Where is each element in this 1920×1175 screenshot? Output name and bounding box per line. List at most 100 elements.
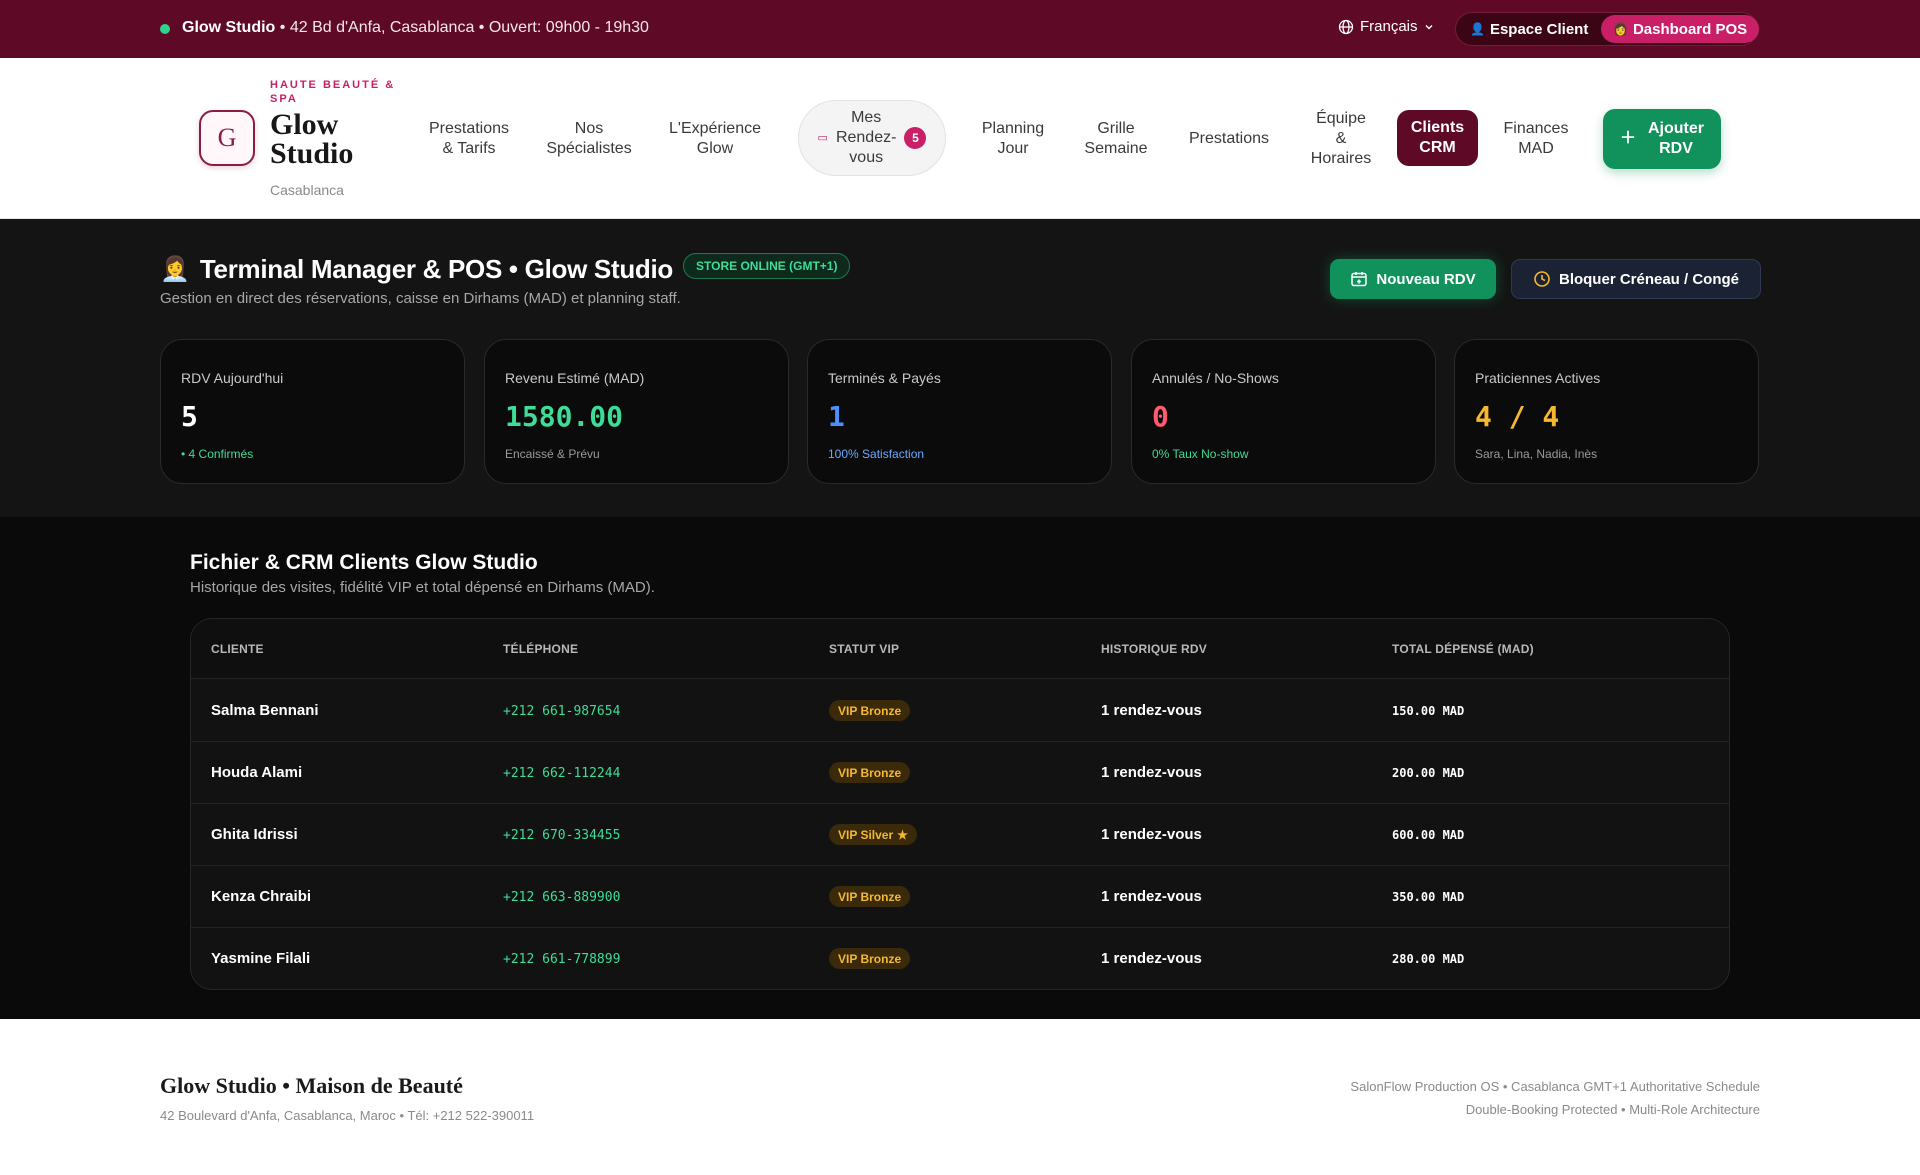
role-switcher: 👤 Espace Client 👩 Dashboard POS xyxy=(1455,12,1760,46)
clock-icon xyxy=(1534,271,1550,287)
kpi-completed-card[interactable]: Terminés & Payés 1 100% Satisfaction xyxy=(807,339,1112,484)
calendar-plus-icon xyxy=(1351,272,1368,287)
nav-prestations-tarifs[interactable]: Prestations & Tarifs xyxy=(422,58,516,219)
kpi-value: 0 xyxy=(1152,400,1169,433)
language-selector[interactable]: Français xyxy=(1338,18,1434,35)
client-phone[interactable]: +212 661-987654 xyxy=(503,704,620,719)
nav-label: vous xyxy=(849,149,884,166)
kpi-footnote: Encaissé & Prévu xyxy=(505,447,600,461)
plus-icon: ＋ xyxy=(1619,130,1636,147)
nav-label: Rendez- xyxy=(835,129,897,146)
column-header-total[interactable]: TOTAL DÉPENSÉ (MAD) xyxy=(1392,642,1534,656)
nav-equipe-horaires[interactable]: Équipe & Horaires xyxy=(1302,58,1380,219)
visit-history: 1 rendez-vous xyxy=(1101,888,1202,905)
client-phone[interactable]: +212 662-112244 xyxy=(503,766,620,781)
nav-label: Prestations xyxy=(1188,129,1270,147)
nav-label: & Tarifs xyxy=(442,139,496,157)
store-name: Glow Studio xyxy=(182,19,276,36)
client-name[interactable]: Ghita Idrissi xyxy=(211,826,298,843)
new-rdv-button[interactable]: Nouveau RDV xyxy=(1330,259,1496,299)
dashboard-subtitle: Gestion en direct des réservations, cais… xyxy=(160,290,681,307)
total-spent: 280.00 MAD xyxy=(1392,952,1465,966)
globe-icon xyxy=(1338,19,1354,34)
brand-tagline: HAUTE BEAUTÉ & SPA xyxy=(270,79,396,105)
table-row[interactable]: Salma Bennani +212 661-987654 VIP Bronze 1 … xyxy=(191,680,1729,742)
button-label: Nouveau RDV xyxy=(1376,270,1476,288)
nav-grille-semaine[interactable]: Grille Semaine xyxy=(1078,58,1154,219)
nav-label: & xyxy=(1335,129,1347,147)
nav-prestations[interactable]: Prestations xyxy=(1178,58,1280,219)
brand-city: Casablanca xyxy=(270,182,344,198)
manager-dashboard: 👩‍💼 Terminal Manager & POS • Glow Studio… xyxy=(0,219,1920,517)
visit-history: 1 rendez-vous xyxy=(1101,826,1202,843)
nav-label: Finances xyxy=(1503,119,1569,137)
kpi-footnote: 0% Taux No-show xyxy=(1152,447,1249,461)
nav-specialistes[interactable]: Nos Spécialistes xyxy=(540,58,638,219)
role-pos-button[interactable]: 👩 Dashboard POS xyxy=(1601,15,1760,43)
column-header-telephone[interactable]: TÉLÉPHONE xyxy=(503,642,578,656)
add-rdv-button[interactable]: ＋ Ajouter RDV xyxy=(1603,109,1721,169)
block-slot-button[interactable]: Bloquer Créneau / Congé xyxy=(1511,259,1761,299)
button-label: Bloquer Créneau / Congé xyxy=(1558,270,1740,288)
client-name[interactable]: Kenza Chraibi xyxy=(211,888,311,905)
footer: Glow Studio • Maison de Beauté 42 Boulev… xyxy=(0,1019,1920,1175)
client-name[interactable]: Yasmine Filali xyxy=(211,950,310,967)
kpi-value: 4 / 4 xyxy=(1475,400,1560,433)
crm-subtitle: Historique des visites, fidélité VIP et … xyxy=(190,579,655,596)
nav-label: Mes xyxy=(851,109,882,126)
kpi-rdv-today-card[interactable]: RDV Aujourd'hui 5 • 4 Confirmés xyxy=(160,339,465,484)
client-phone[interactable]: +212 663-889900 xyxy=(503,890,620,905)
client-name[interactable]: Salma Bennani xyxy=(211,702,319,719)
total-spent: 200.00 MAD xyxy=(1392,766,1465,780)
nav-label: CRM xyxy=(1419,139,1456,156)
column-header-historique[interactable]: HISTORIQUE RDV xyxy=(1101,642,1207,656)
role-pos-label: Dashboard POS xyxy=(1632,20,1748,38)
dashboard-title: 👩‍💼 Terminal Manager & POS • Glow Studio xyxy=(160,254,673,285)
kpi-revenue-card[interactable]: Revenu Estimé (MAD) 1580.00 Encaissé & Pré… xyxy=(484,339,789,484)
table-row[interactable]: Kenza Chraibi +212 663-889900 VIP Bronze 1 … xyxy=(191,866,1729,928)
column-header-cliente[interactable]: CLIENTE xyxy=(211,642,264,656)
clients-table: CLIENTE TÉLÉPHONE STATUT VIP HISTORIQUE … xyxy=(190,618,1730,990)
client-name[interactable]: Houda Alami xyxy=(211,764,302,781)
logo-initial: G xyxy=(217,123,237,152)
visit-history: 1 rendez-vous xyxy=(1101,702,1202,719)
column-header-vip[interactable]: STATUT VIP xyxy=(829,642,899,656)
vip-status-badge: VIP Bronze xyxy=(829,762,911,783)
logo-mark[interactable]: G xyxy=(199,110,255,166)
crm-section: Fichier & CRM Clients Glow Studio Histor… xyxy=(0,517,1920,1019)
vip-status-badge: VIP Bronze xyxy=(829,886,911,907)
table-header: CLIENTE TÉLÉPHONE STATUT VIP HISTORIQUE … xyxy=(191,619,1729,679)
kpi-label: Terminés & Payés xyxy=(828,370,941,386)
nav-label: Semaine xyxy=(1084,139,1148,157)
nav-planning-jour[interactable]: Planning Jour xyxy=(970,58,1056,219)
nav-label: MAD xyxy=(1518,139,1554,157)
nav-experience[interactable]: L'Expérience Glow xyxy=(662,58,768,219)
role-client-label: Espace Client xyxy=(1489,20,1589,38)
vip-status-badge: VIP Bronze xyxy=(829,700,911,721)
table-row[interactable]: Houda Alami +212 662-112244 VIP Bronze 1 re… xyxy=(191,742,1729,804)
button-label: RDV xyxy=(1659,140,1693,157)
button-label: Ajouter xyxy=(1648,120,1704,137)
kpi-value: 1 xyxy=(828,400,845,433)
table-row[interactable]: Yasmine Filali +212 661-778899 VIP Bronze 1… xyxy=(191,928,1729,989)
store-status-badge: STORE ONLINE (GMT+1) xyxy=(683,253,851,279)
store-info: Glow Studio • 42 Bd d'Anfa, Casablanca •… xyxy=(182,19,649,37)
kpi-cancelled-card[interactable]: Annulés / No-Shows 0 0% Taux No-show xyxy=(1131,339,1436,484)
table-row[interactable]: Ghita Idrissi +212 670-334455 VIP Silver ★ 1… xyxy=(191,804,1729,866)
page-title: Terminal Manager & POS • Glow Studio xyxy=(199,254,673,284)
role-client-button[interactable]: 👤 Espace Client xyxy=(1458,15,1600,43)
nav-mes-rendez-vous[interactable]: ▭ Mes Rendez-vous 5 xyxy=(798,100,946,176)
kpi-label: Praticiennes Actives xyxy=(1475,370,1601,386)
brand-name[interactable]: Glow Studio xyxy=(270,110,380,169)
kpi-footnote: Sara, Lina, Nadia, Inès xyxy=(1475,447,1598,461)
crm-title: Fichier & CRM Clients Glow Studio xyxy=(190,551,538,574)
nav-finances-mad[interactable]: Finances MAD xyxy=(1494,58,1578,219)
manager-icon: 👩‍💼 xyxy=(160,256,190,283)
rdv-count-badge: 5 xyxy=(904,127,927,149)
star-icon: ★ xyxy=(897,827,908,842)
kpi-practitioners-card[interactable]: Praticiennes Actives 4 / 4 Sara, Lina, Nad… xyxy=(1454,339,1759,484)
nav-label: Grille xyxy=(1097,119,1135,137)
nav-clients-crm[interactable]: Clients CRM xyxy=(1397,110,1478,166)
client-phone[interactable]: +212 670-334455 xyxy=(503,828,620,843)
client-phone[interactable]: +212 661-778899 xyxy=(503,952,620,967)
